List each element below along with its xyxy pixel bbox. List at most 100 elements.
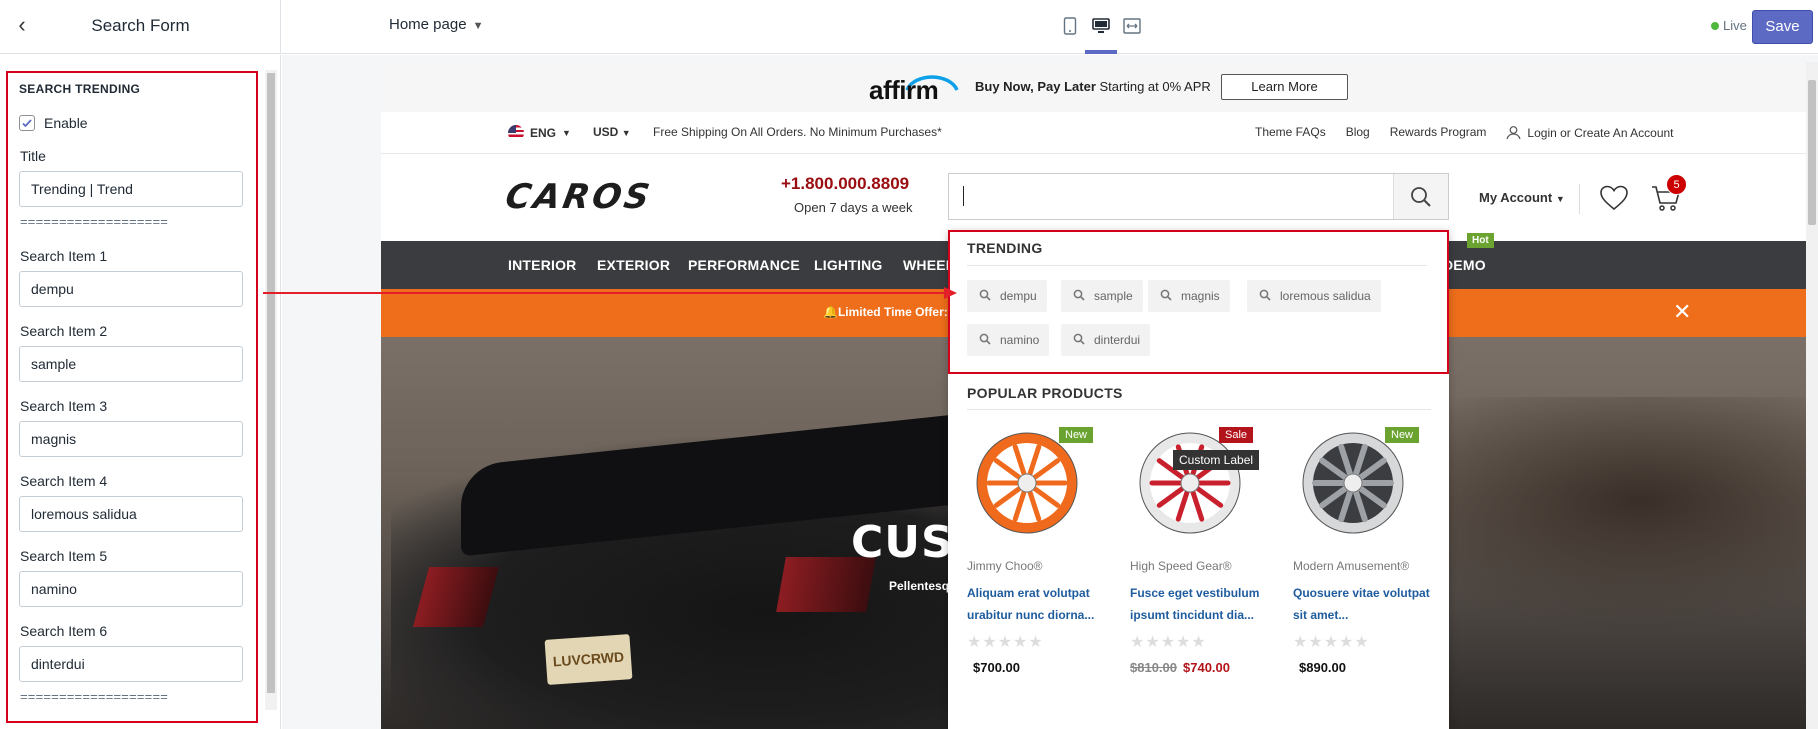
user-icon [1506,126,1521,140]
search-item-6-input[interactable]: dinterdui [19,646,243,682]
checkmark-icon [22,119,32,128]
promo-text: 🔔Limited Time Offer: [823,305,948,319]
new-badge: New [1059,427,1094,443]
custom-label-tag: Custom Label [1173,450,1260,470]
live-label: Live [1723,18,1747,33]
search-icon [979,333,991,348]
header-separator [1579,184,1580,214]
product-price: $810.00 $740.00 [1130,660,1230,675]
product-name[interactable]: Aliquam erat volutpat urabitur nunc dior… [967,582,1107,626]
price: $700.00 [973,660,1020,675]
shipping-notice: Free Shipping On All Orders. No Minimum … [653,125,942,139]
product-image[interactable] [967,427,1101,537]
us-flag-icon [508,125,524,141]
price: $890.00 [1299,660,1346,675]
nav-exterior[interactable]: EXTERIOR [597,257,670,273]
wheel-hub [1017,473,1037,493]
enable-checkbox-row[interactable]: Enable [19,115,88,131]
preview-scrollbar-thumb[interactable] [1808,80,1816,225]
search-button[interactable] [1393,174,1448,219]
product-brand[interactable]: Jimmy Choo® [967,559,1043,573]
rating-stars: ★★★★★ [1293,634,1370,651]
desktop-view-icon[interactable] [1086,12,1116,40]
trending-chip[interactable]: sample [1061,280,1143,312]
search-input[interactable] [948,173,1449,220]
store-hours: Open 7 days a week [794,200,913,215]
bell-icon: 🔔 [823,305,838,319]
search-item-5-input[interactable]: namino [19,571,243,607]
affirm-text: Buy Now, Pay Later Starting at 0% APR [975,79,1211,94]
wheel-hub [1343,473,1363,493]
trending-chip[interactable]: dinterdui [1061,324,1151,356]
affirm-banner: affirm Buy Now, Pay Later Starting at 0%… [381,62,1807,112]
search-item-4-label: Search Item 4 [20,473,108,489]
trending-chip[interactable]: dempu [967,280,1047,312]
page-select[interactable]: Home page ▼ [389,16,483,33]
close-icon[interactable]: ✕ [1673,299,1691,325]
product-name[interactable]: Fusce eget vestibulum ipsumt tincidunt d… [1130,582,1270,626]
section-heading: SEARCH TRENDING [19,82,141,96]
trending-chip[interactable]: magnis [1148,280,1230,312]
search-icon [979,289,991,304]
search-icon [1073,333,1085,348]
trending-chip[interactable]: loremous salidua [1247,280,1381,312]
product-image[interactable] [1130,427,1264,537]
settings-sidebar: SEARCH TRENDING Enable Title Trending | … [0,55,281,729]
language-select[interactable]: ENG ▼ [508,125,571,141]
search-icon [1259,289,1271,304]
my-account-menu[interactable]: My Account ▼ [1479,190,1565,205]
chevron-down-icon: ▼ [621,128,631,138]
product-brand[interactable]: Modern Amusement® [1293,559,1409,573]
fullscreen-view-icon[interactable] [1117,12,1147,40]
my-account-label: My Account [1479,190,1553,205]
popular-products-heading: POPULAR PRODUCTS [967,385,1123,401]
search-icon [1411,186,1431,207]
title-input[interactable]: Trending | Trend [19,171,243,207]
wheel-hub [1180,473,1200,493]
nav-performance[interactable]: PERFORMANCE [688,257,800,273]
wishlist-icon[interactable] [1600,185,1628,216]
blog-link[interactable]: Blog [1346,125,1370,140]
phone-number[interactable]: +1.800.000.8809 [781,174,909,194]
nav-lighting[interactable]: LIGHTING [814,257,882,273]
store-preview-frame: affirm Buy Now, Pay Later Starting at 0%… [381,62,1807,729]
search-item-2-input[interactable]: sample [19,346,243,382]
product-image[interactable] [1293,427,1427,537]
login-link[interactable]: Login or Create An Account [1506,125,1674,140]
rewards-link[interactable]: Rewards Program [1390,125,1487,140]
save-button[interactable]: Save [1752,10,1813,44]
search-item-3-input[interactable]: magnis [19,421,243,457]
store-logo[interactable]: CAROS [502,177,655,217]
search-item-4-input[interactable]: loremous salidua [19,496,243,532]
mobile-view-icon[interactable] [1055,12,1085,40]
affirm-logo: affirm [869,75,939,105]
chevron-down-icon: ▼ [472,20,484,32]
wheel-image [1139,432,1241,534]
nav-wheel[interactable]: WHEEL [903,257,955,273]
sidebar-scrollbar-thumb[interactable] [267,73,275,693]
nav-interior[interactable]: INTERIOR [508,257,577,273]
search-item-1-label: Search Item 1 [20,248,108,264]
new-badge: New [1385,427,1420,443]
theme-faqs-link[interactable]: Theme FAQs [1255,125,1326,140]
enable-checkbox[interactable] [19,115,35,131]
chip-label: magnis [1181,289,1220,303]
old-price: $810.00 [1130,660,1177,675]
product-name[interactable]: Quosuere vitae volutpat sit amet... [1293,582,1433,626]
title-label: Title [20,148,46,164]
popular-divider [967,409,1431,410]
search-dropdown: TRENDING dempu sample magnis loremous sa… [948,230,1449,729]
enable-label: Enable [44,115,88,131]
product-price: $890.00 [1293,660,1346,675]
currency-label: USD [593,125,619,139]
learn-more-button[interactable]: Learn More [1221,74,1348,100]
trending-chip[interactable]: namino [967,324,1050,356]
chip-label: dinterdui [1094,333,1141,347]
currency-select[interactable]: USD ▼ [593,125,631,139]
nav-demo[interactable]: DEMO [1443,257,1486,273]
product-brand[interactable]: High Speed Gear® [1130,559,1232,573]
search-item-2-label: Search Item 2 [20,323,108,339]
search-item-5-label: Search Item 5 [20,548,108,564]
store-top-links: ENG ▼ USD ▼ Free Shipping On All Orders.… [381,112,1807,154]
search-item-1-input[interactable]: dempu [19,271,243,307]
